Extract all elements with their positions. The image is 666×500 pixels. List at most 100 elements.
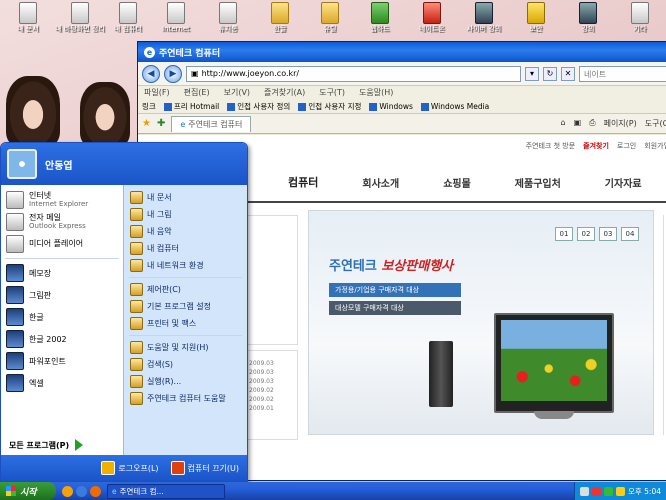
pinned-text: 인터넷 Internet Explorer	[29, 192, 88, 209]
link-item[interactable]: Windows	[369, 101, 413, 112]
start-right-item[interactable]: 기본 프로그램 설정	[127, 298, 244, 315]
menu-item[interactable]: 도구(T)	[319, 87, 345, 99]
desktop-icon[interactable]: 한글	[254, 2, 306, 42]
right-item-label: 제어판(C)	[147, 285, 181, 294]
start-recent-item[interactable]: 파워포인트	[3, 350, 121, 372]
top-nav-link[interactable]: 즐겨찾기	[583, 141, 609, 151]
nav-item[interactable]: 제품구입처	[515, 175, 561, 190]
start-pinned-item[interactable]: 전자 메일 Outlook Express	[3, 211, 121, 233]
home-icon[interactable]: ⌂	[561, 118, 566, 129]
promo-banner[interactable]: 01 02 03 04 주연테크 보상판매행사 가정용/기업용 구매자격 대상 …	[308, 210, 654, 435]
desktop-icon-label: 유틸	[323, 25, 337, 33]
desktop-icon[interactable]: 내 바탕화면 정리	[54, 2, 106, 42]
start-recent-item[interactable]: 그림판	[3, 284, 121, 306]
desktop-icon[interactable]: 강의	[562, 2, 614, 42]
refresh-icon[interactable]: ↻	[543, 66, 557, 81]
search-input[interactable]: 네이트	[579, 65, 666, 82]
menu-item[interactable]: 도움말(H)	[359, 87, 393, 99]
all-programs-button[interactable]: 모든 프로그램(P)	[9, 439, 84, 451]
dropdown-arrow-icon[interactable]: ▾	[525, 66, 539, 81]
nav-item[interactable]: 기자자료	[605, 175, 642, 190]
pc-tower-image	[429, 341, 453, 407]
start-right-item[interactable]: 내 그림	[127, 206, 244, 223]
menu-item[interactable]: 편집(E)	[184, 87, 210, 99]
tray-icon[interactable]	[615, 486, 625, 496]
start-button[interactable]: 시작	[0, 482, 56, 500]
desktop-icon[interactable]: 웹하드	[354, 2, 406, 42]
desktop-icon[interactable]: 보안	[510, 2, 562, 42]
banner-page-button[interactable]: 04	[621, 227, 639, 241]
start-label: 시작	[20, 487, 37, 498]
stop-icon[interactable]: ✕	[561, 66, 575, 81]
start-right-item[interactable]: 프린터 및 팩스	[127, 315, 244, 332]
task-label: 주연테크 컴...	[119, 486, 164, 496]
right-item-label: 주연테크 컴퓨터 도움말	[147, 394, 226, 403]
banner-page-button[interactable]: 03	[599, 227, 617, 241]
top-nav-link[interactable]: 로그인	[617, 141, 636, 151]
link-item[interactable]: 인접 사용자 지정	[298, 101, 361, 112]
start-right-item[interactable]: 내 컴퓨터	[127, 240, 244, 257]
logoff-button[interactable]: 로그오프(L)	[101, 461, 159, 475]
desktop-icon[interactable]: 네이트온	[406, 2, 458, 42]
forward-arrow-icon[interactable]: ▶	[164, 64, 182, 83]
link-item[interactable]: Windows Media	[420, 101, 489, 112]
address-input[interactable]: ▣ http://www.joeyon.co.kr/	[186, 65, 521, 82]
tray-icon[interactable]	[579, 486, 589, 496]
link-item[interactable]: 인접 사용자 정의	[227, 101, 290, 112]
start-recent-item[interactable]: 엑셀	[3, 372, 121, 394]
favorites-star-icon[interactable]: ★	[142, 118, 151, 129]
nav-item[interactable]: 쇼핑몰	[443, 175, 471, 190]
tray-icon[interactable]	[603, 486, 613, 496]
shutdown-button[interactable]: 컴퓨터 끄기(U)	[170, 461, 239, 475]
banner-page-button[interactable]: 01	[555, 227, 573, 241]
app-icon	[423, 2, 441, 24]
start-right-item[interactable]: 내 음악	[127, 223, 244, 240]
start-recent-item[interactable]: 메모장	[3, 262, 121, 284]
start-recent-item[interactable]: 한글 2002	[3, 328, 121, 350]
browser-titlebar[interactable]: e 주연테크 컴퓨터	[138, 42, 666, 62]
top-nav-link[interactable]: 주연테크 첫 방문	[526, 141, 576, 151]
start-right-item[interactable]: 실행(R)...	[127, 373, 244, 390]
add-favorite-icon[interactable]: ✚	[157, 118, 165, 129]
quicklaunch-icon[interactable]	[90, 485, 101, 497]
desktop-icon[interactable]: 내 컴퓨터	[102, 2, 154, 42]
tab-current[interactable]: e 주연테크 컴퓨터	[171, 115, 252, 132]
nav-item[interactable]: 회사소개	[362, 175, 399, 190]
avatar[interactable]	[7, 149, 37, 179]
menu-item[interactable]: 파일(F)	[144, 87, 170, 99]
start-right-item[interactable]: 도움말 및 지원(H)	[127, 339, 244, 356]
menu-item[interactable]: 보기(V)	[224, 87, 250, 99]
desktop-icon[interactable]: Internet	[150, 2, 202, 42]
recent-label: 한글 2002	[29, 334, 67, 344]
desktop-icon[interactable]: 내 문서	[2, 2, 54, 42]
start-right-item[interactable]: 주연테크 컴퓨터 도움말	[127, 390, 244, 407]
banner-page-button[interactable]: 02	[577, 227, 595, 241]
back-arrow-icon[interactable]: ◀	[142, 64, 160, 83]
quicklaunch-icon[interactable]	[62, 485, 73, 497]
top-nav-link[interactable]: 회원가입	[644, 141, 666, 151]
start-right-item[interactable]: 내 문서	[127, 189, 244, 206]
tray-icon[interactable]	[591, 486, 601, 496]
desktop-icon[interactable]: 사이버 강의	[458, 2, 510, 42]
menu-item[interactable]: 즐겨찾기(A)	[264, 87, 305, 99]
clock[interactable]: 오후 5:04	[628, 486, 661, 497]
feeds-icon[interactable]: ▣	[574, 118, 582, 129]
folder-icon	[130, 317, 143, 330]
start-pinned-item[interactable]: 인터넷 Internet Explorer	[3, 189, 121, 211]
banner-link-2[interactable]: 대상모델 구매자격 대상	[329, 301, 461, 315]
taskbar-button[interactable]: e 주연테크 컴...	[107, 483, 225, 499]
start-right-item[interactable]: 내 네트워크 환경	[127, 257, 244, 274]
start-pinned-item[interactable]: 미디어 플레이어	[3, 233, 121, 255]
print-icon[interactable]: ⎙	[589, 118, 595, 129]
start-right-item[interactable]: 검색(S)	[127, 356, 244, 373]
start-right-item[interactable]: 제어판(C)	[127, 281, 244, 298]
start-recent-item[interactable]: 한글	[3, 306, 121, 328]
banner-link-1[interactable]: 가정용/기업용 구매자격 대상	[329, 283, 461, 297]
desktop-icon[interactable]: 휴지통	[202, 2, 254, 42]
quicklaunch-icon[interactable]	[76, 485, 87, 497]
desktop-icon[interactable]: 기타	[614, 2, 666, 42]
tools-menu[interactable]: 도구(O)	[645, 118, 666, 129]
link-item[interactable]: 프리 Hotmail	[163, 101, 219, 112]
desktop-icon[interactable]: 유틸	[304, 2, 356, 42]
page-menu[interactable]: 페이지(P)	[604, 118, 637, 129]
